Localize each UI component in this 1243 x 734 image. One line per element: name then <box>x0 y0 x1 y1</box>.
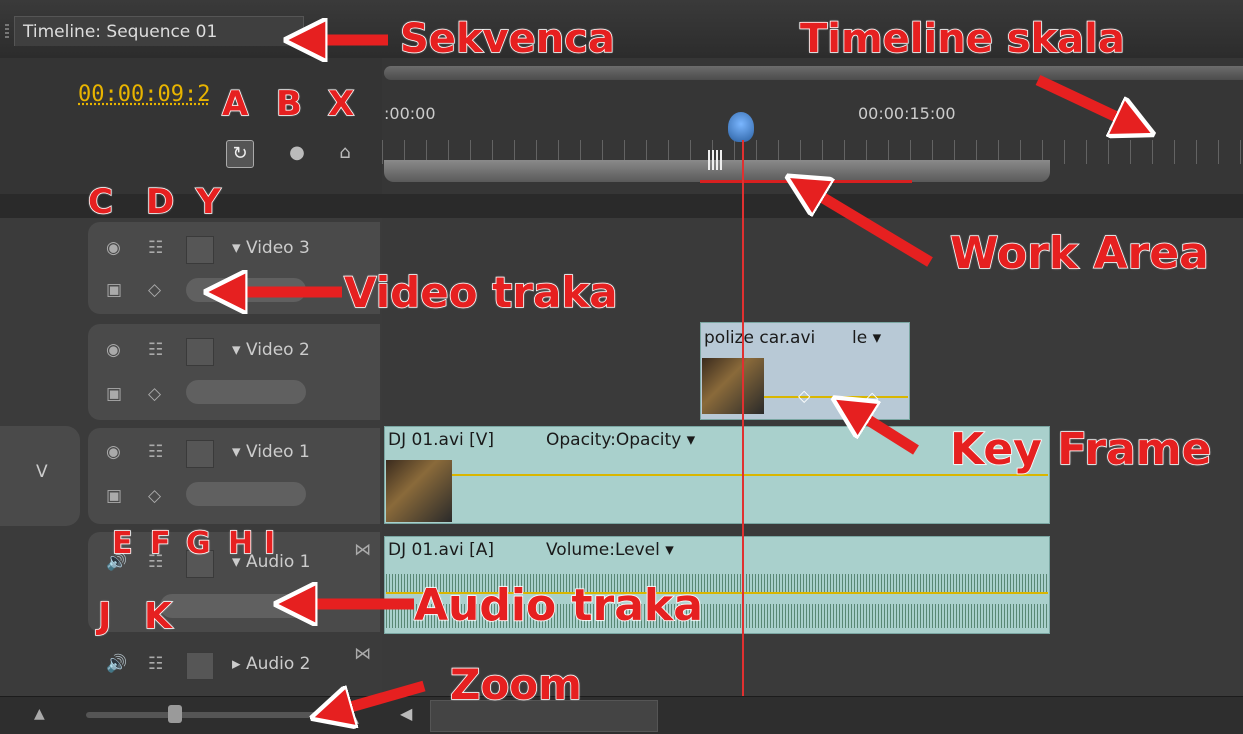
annotation-letter-j: J <box>97 595 112 638</box>
annotation-letter-i: I <box>263 525 276 562</box>
annotation-letter-f: F <box>149 525 171 562</box>
annotation-letter-a: A <box>221 83 249 125</box>
annotation-letter-k: K <box>143 595 172 638</box>
annotation-letter-y: Y <box>195 181 221 223</box>
annotation-letter-e: E <box>111 525 133 562</box>
annotation-audio-traka: Audio traka <box>413 579 703 632</box>
annotation-video-traka: Video traka <box>343 267 618 318</box>
annotation-letter-x: X <box>327 83 355 125</box>
annotation-timeline-skala: Timeline skala <box>799 15 1125 63</box>
annotation-letter-b: B <box>275 83 302 125</box>
annotation-sekvenca: Sekvenca <box>399 15 615 63</box>
annotation-key-frame: Key Frame <box>949 423 1212 476</box>
timeline-panel: Timeline: Sequence 01 00:00:09:2 ↻ ● ⌂ :… <box>0 0 1243 734</box>
annotation-letter-g: G <box>185 525 211 562</box>
annotation-letter-h: H <box>227 525 254 562</box>
annotation-letter-c: C <box>87 181 113 223</box>
annotation-letter-d: D <box>145 181 175 223</box>
annotation-work-area: Work Area <box>949 227 1209 280</box>
annotation-zoom: Zoom <box>449 659 582 710</box>
